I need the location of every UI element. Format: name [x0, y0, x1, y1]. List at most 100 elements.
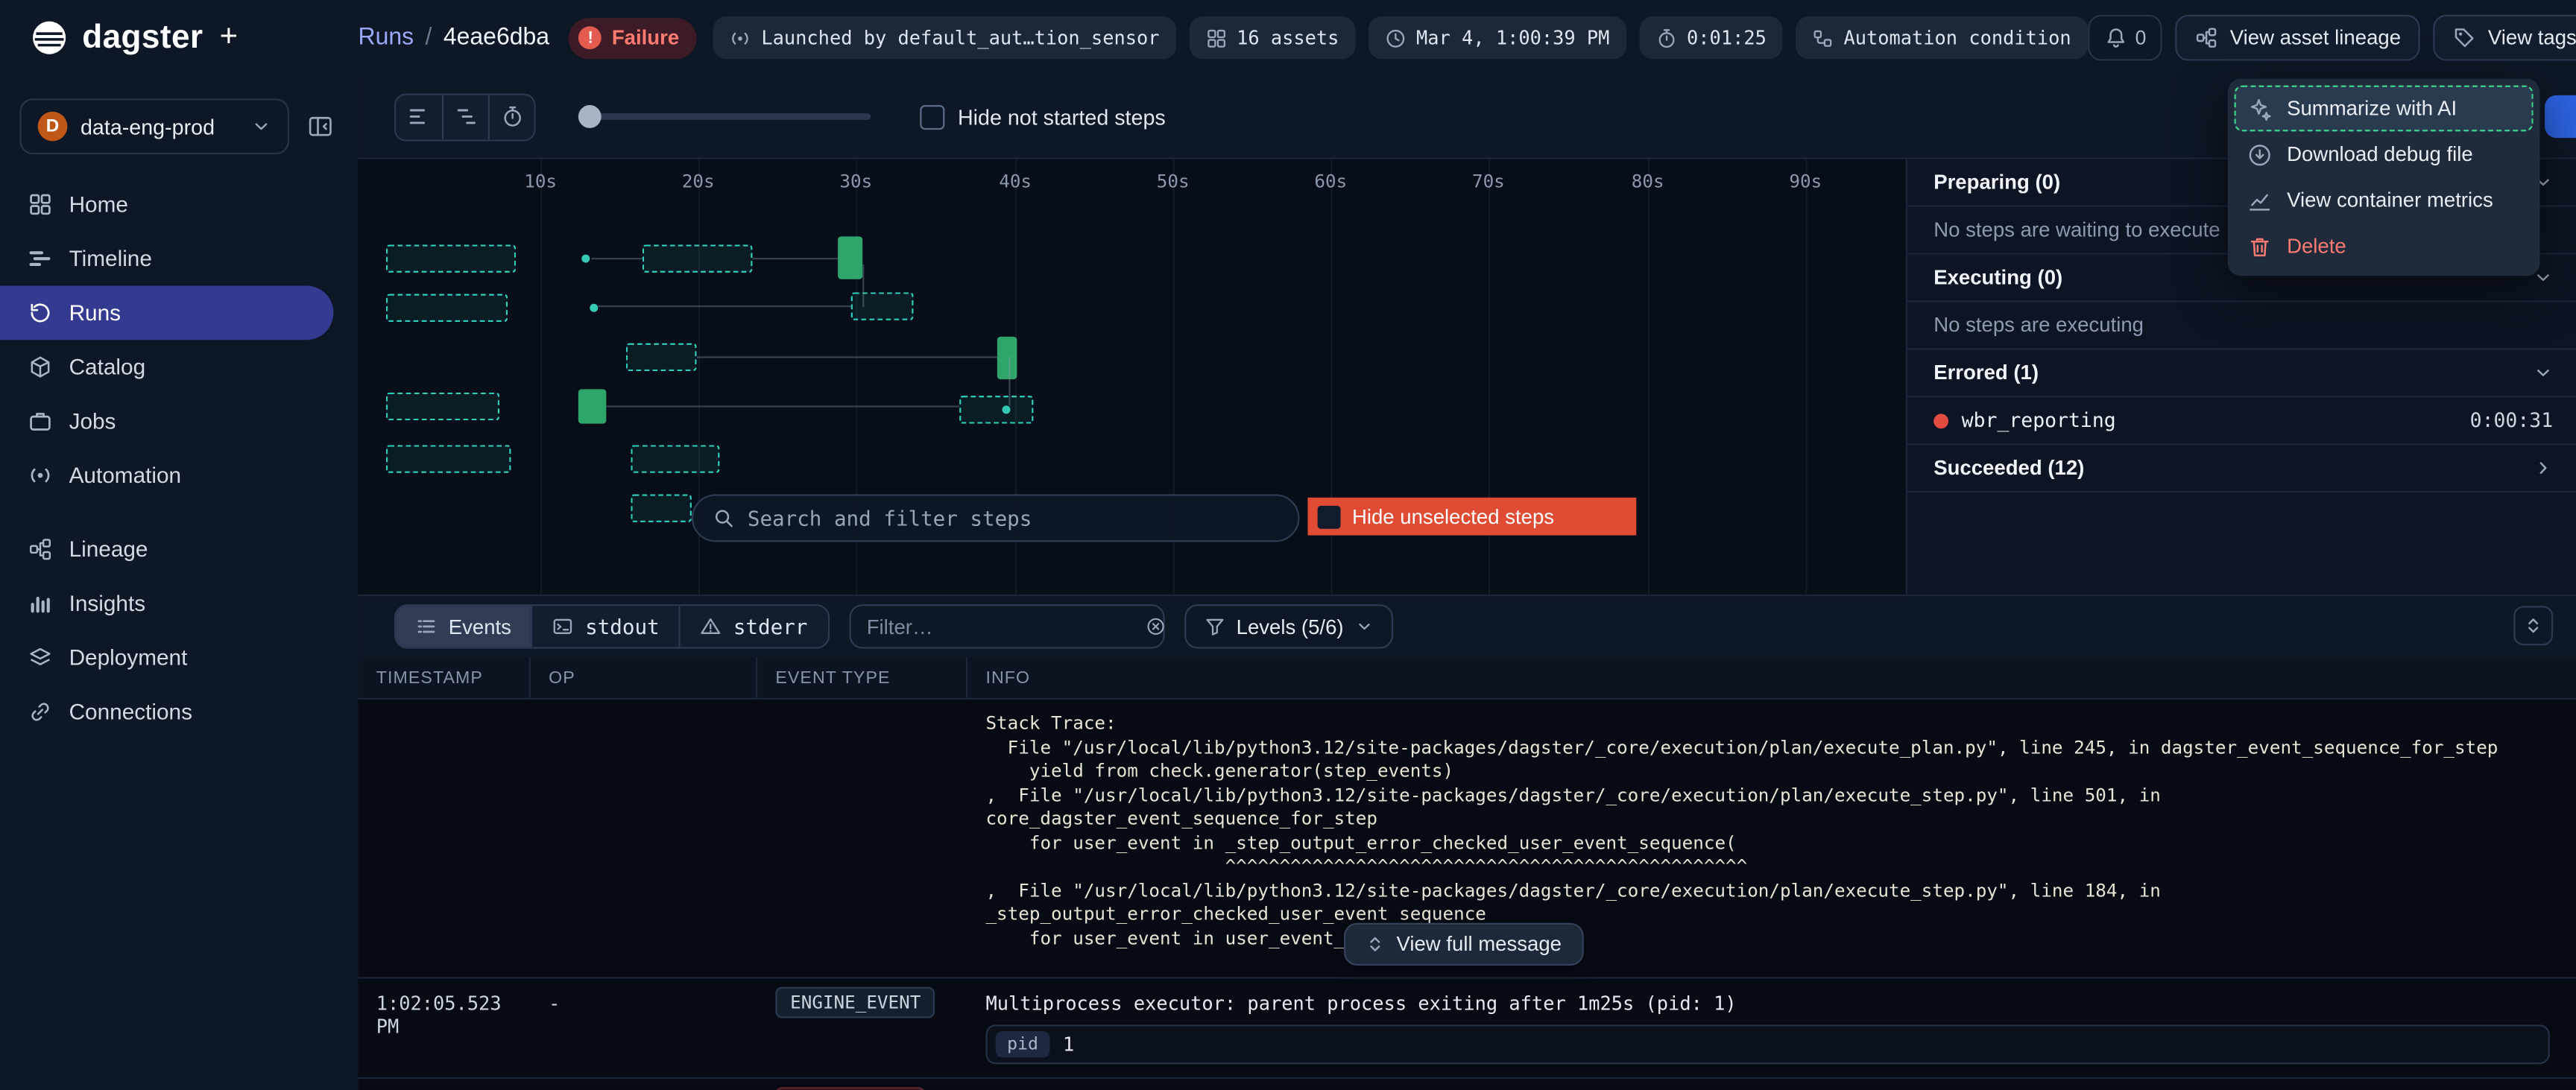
gantt-step-bar-succeeded[interactable] — [997, 337, 1017, 379]
gantt-step-bar-pending[interactable] — [626, 343, 697, 371]
log-cell-timestamp: 1:02:05.523 PM — [358, 979, 530, 1077]
sensor-icon — [730, 27, 752, 48]
log-cell-timestamp: 1:02:05.596 PM — [358, 1079, 530, 1090]
gantt-step-bar-pending[interactable] — [386, 294, 508, 322]
start-time-label: Mar 4, 1:00:39 PM — [1416, 26, 1609, 49]
errored-section-header[interactable]: Errored (1) — [1907, 349, 2576, 397]
menu-item-download-debug[interactable]: Download debug file — [2235, 131, 2534, 177]
clear-filter-icon[interactable] — [1144, 616, 1166, 638]
succeeded-section-header[interactable]: Succeeded (12) — [1907, 445, 2576, 492]
gantt-step-bar-pending[interactable] — [643, 244, 753, 272]
gantt-connector-line — [862, 264, 864, 307]
gantt-step-dot[interactable] — [590, 304, 598, 312]
log-cell-op: - — [531, 1079, 757, 1090]
assets-count-chip[interactable]: 16 assets — [1189, 16, 1355, 59]
gantt-search-input[interactable] — [748, 506, 1278, 530]
sidebar-item-lineage[interactable]: Lineage — [0, 522, 333, 577]
expand-logs-button[interactable] — [2513, 606, 2553, 645]
gantt-step-bar-pending[interactable] — [631, 445, 719, 472]
sidebar-nav: Home Timeline Runs Catalog Jobs Automati… — [0, 177, 358, 739]
gantt-gridline — [1648, 159, 1650, 596]
partially-visible-action-button[interactable] — [2545, 95, 2576, 138]
gantt-step-dot[interactable] — [581, 255, 590, 263]
metadata-value: 1 — [1063, 1033, 1074, 1056]
errored-step-row[interactable]: wbr_reporting 0:00:31 — [1907, 397, 2576, 445]
sidebar-item-jobs[interactable]: Jobs — [0, 394, 333, 449]
collapse-sidebar-button[interactable] — [299, 105, 341, 148]
sidebar-item-connections[interactable]: Connections — [0, 685, 333, 739]
timing-view-button[interactable] — [488, 95, 534, 139]
view-tags-config-button[interactable]: View tags and config — [2434, 15, 2576, 61]
flatten-view-button[interactable] — [396, 95, 442, 139]
gantt-step-bar-pending[interactable] — [386, 393, 499, 420]
gantt-step-bar-pending[interactable] — [386, 445, 511, 472]
run-status-badge: ! Failure — [569, 17, 698, 58]
tab-stdout[interactable]: stdout — [531, 606, 679, 647]
gantt-search-bar[interactable] — [692, 494, 1300, 542]
menu-item-label: View container metrics — [2287, 188, 2493, 212]
sidebar-item-automation[interactable]: Automation — [0, 449, 333, 503]
lineage-icon — [28, 537, 52, 562]
alerts-bell-button[interactable]: 0 — [2088, 15, 2163, 61]
log-cell-event-type: RUN_FAILURE — [757, 1079, 967, 1090]
log-row-run-failure[interactable]: 1:02:05.596 PM - RUN_FAILURE Execution o… — [358, 1079, 2576, 1090]
sidebar-item-insights[interactable]: Insights — [0, 577, 333, 631]
log-filter-field[interactable] — [848, 604, 1164, 649]
automation-condition-chip[interactable]: Automation condition — [1796, 16, 2088, 59]
launched-by-chip[interactable]: Launched by default_aut…tion_sensor — [713, 16, 1175, 59]
zoom-slider-track[interactable] — [578, 113, 871, 120]
hide-not-started-checkbox[interactable] — [920, 104, 944, 129]
hide-not-started-checkbox-row[interactable]: Hide not started steps — [920, 104, 1165, 129]
breadcrumb-runs-link[interactable]: Runs — [358, 25, 414, 51]
executing-title: Executing (0) — [1933, 266, 2062, 289]
hide-unselected-highlight[interactable]: Hide unselected steps — [1307, 498, 1636, 536]
waterfall-view-button[interactable] — [442, 95, 488, 139]
log-source-tabs: Events stdout stderr — [394, 604, 829, 649]
scale-root: dagster + Runs / 4eae6dba ! Failure Laun… — [0, 0, 2576, 1090]
view-full-message-button[interactable]: View full message — [1344, 923, 1583, 966]
hide-unselected-label: Hide unselected steps — [1352, 505, 1554, 528]
logo-plus: + — [220, 19, 238, 55]
log-levels-dropdown[interactable]: Levels (5/6) — [1184, 604, 1393, 649]
gantt-connector-line — [697, 356, 997, 358]
sidebar-item-catalog[interactable]: Catalog — [0, 340, 333, 394]
menu-item-delete[interactable]: Delete — [2235, 224, 2534, 270]
menu-item-container-metrics[interactable]: View container metrics — [2235, 177, 2534, 224]
view-asset-lineage-button[interactable]: View asset lineage — [2176, 15, 2420, 61]
tab-stdout-label: stdout — [585, 614, 660, 639]
deployment-switcher[interactable]: D data-eng-prod — [19, 98, 288, 154]
sidebar-item-runs[interactable]: Runs — [0, 286, 333, 340]
tab-stderr[interactable]: stderr — [679, 606, 827, 647]
sidebar-item-timeline[interactable]: Timeline — [0, 232, 333, 286]
sidebar-item-label: Deployment — [69, 645, 188, 670]
bell-icon — [2104, 26, 2127, 49]
chevron-down-icon — [251, 116, 271, 136]
trash-icon — [2247, 234, 2272, 259]
sidebar-item-home[interactable]: Home — [0, 177, 333, 232]
event-type-tag-failure[interactable]: RUN_FAILURE — [775, 1087, 924, 1090]
sidebar-item-deployment[interactable]: Deployment — [0, 630, 333, 685]
collapse-panel-icon — [307, 113, 333, 139]
gantt-gridline — [1805, 159, 1807, 596]
home-icon — [28, 192, 52, 217]
gantt-step-bar-pending[interactable] — [386, 244, 516, 272]
tab-events-label: Events — [449, 615, 511, 638]
hide-unselected-checkbox[interactable] — [1318, 505, 1341, 528]
log-filter-input[interactable] — [867, 615, 1131, 638]
menu-item-summarize-ai[interactable]: Summarize with AI — [2235, 86, 2534, 132]
gantt-zoom-slider[interactable] — [578, 105, 871, 128]
zoom-slider-knob[interactable] — [578, 105, 602, 128]
gantt-step-bar-pending[interactable] — [959, 396, 1033, 423]
stack-trace-text: Stack Trace: File "/usr/local/lib/python… — [967, 700, 2576, 977]
column-info: INFO — [967, 657, 2576, 698]
gantt-step-bar-succeeded[interactable] — [838, 236, 862, 279]
log-row-engine-event[interactable]: 1:02:05.523 PM - ENGINE_EVENT Multiproce… — [358, 979, 2576, 1079]
tab-events[interactable]: Events — [396, 606, 531, 647]
gantt-step-bar-pending[interactable] — [851, 292, 914, 320]
log-metadata-box: pid 1 — [985, 1024, 2549, 1064]
log-table-body: Stack Trace: File "/usr/local/lib/python… — [358, 700, 2576, 1090]
gantt-step-bar-pending[interactable] — [631, 494, 692, 522]
gantt-step-bar-succeeded[interactable] — [578, 389, 606, 423]
event-type-tag[interactable]: ENGINE_EVENT — [775, 987, 935, 1018]
breadcrumb: Runs / 4eae6dba — [358, 25, 549, 51]
